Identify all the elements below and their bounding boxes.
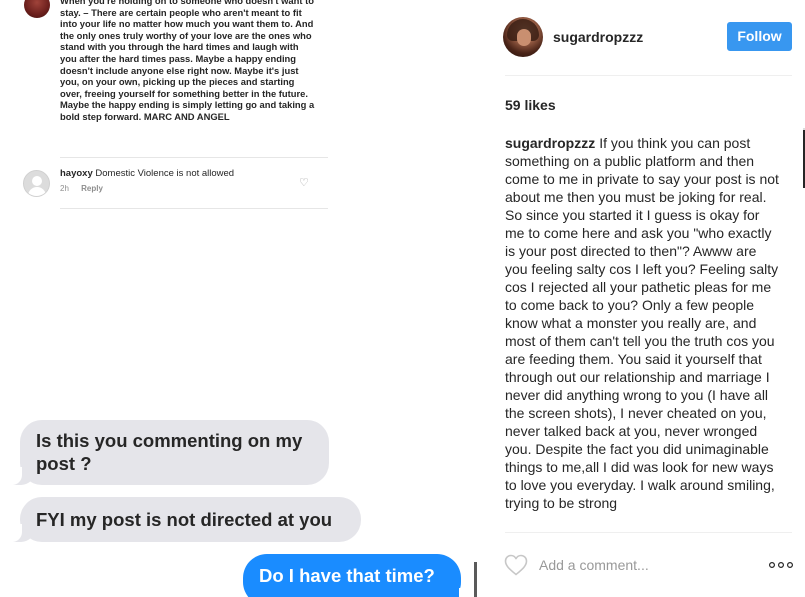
commenter-avatar <box>23 170 50 197</box>
post-header: sugardropzzz Follow <box>478 0 805 75</box>
user-avatar[interactable] <box>503 17 543 57</box>
quote-author-avatar <box>24 0 50 18</box>
header-username[interactable]: sugardropzzz <box>553 29 643 45</box>
caption-text: If you think you can post something on a… <box>505 135 779 511</box>
quote-text: When you're holding on to someone who do… <box>60 0 315 122</box>
post-caption: sugardropzzz If you think you can post so… <box>505 134 781 531</box>
commenter-username: hayoxy <box>60 168 93 179</box>
received-message-bubble: Is this you commenting on my post ? <box>8 420 329 485</box>
sent-message-bubble: Do I have that time? <box>243 554 473 597</box>
more-options-icon[interactable] <box>768 559 794 571</box>
message-text: Is this you commenting on my post ? <box>36 430 303 474</box>
heart-outline-icon: ♡ <box>299 177 309 189</box>
divider <box>60 157 328 158</box>
caption-username[interactable]: sugardropzzz <box>505 135 595 151</box>
message-text: FYI my post is not directed at you <box>36 509 333 530</box>
image-edge <box>474 562 477 597</box>
divider <box>505 532 792 533</box>
divider <box>505 75 792 76</box>
image-comment: hayoxy Domestic Violence is not allowed <box>60 168 234 179</box>
received-message-bubble: FYI my post is not directed at you <box>8 497 361 542</box>
follow-button[interactable]: Follow <box>727 22 792 51</box>
comment-time: 2h <box>60 184 69 193</box>
post-panel: sugardropzzz Follow 59 likes sugardropzz… <box>478 0 805 597</box>
add-comment-input[interactable] <box>539 554 759 576</box>
likes-count[interactable]: 59 likes <box>505 97 556 113</box>
heart-icon[interactable] <box>504 554 528 576</box>
comment-meta: 2h Reply <box>60 184 103 193</box>
message-text: Do I have that time? <box>259 565 435 586</box>
comment-text: Domestic Violence is not allowed <box>95 168 235 179</box>
divider <box>60 208 328 209</box>
post-image: When you're holding on to someone who do… <box>0 0 478 597</box>
reply-label: Reply <box>81 184 103 193</box>
